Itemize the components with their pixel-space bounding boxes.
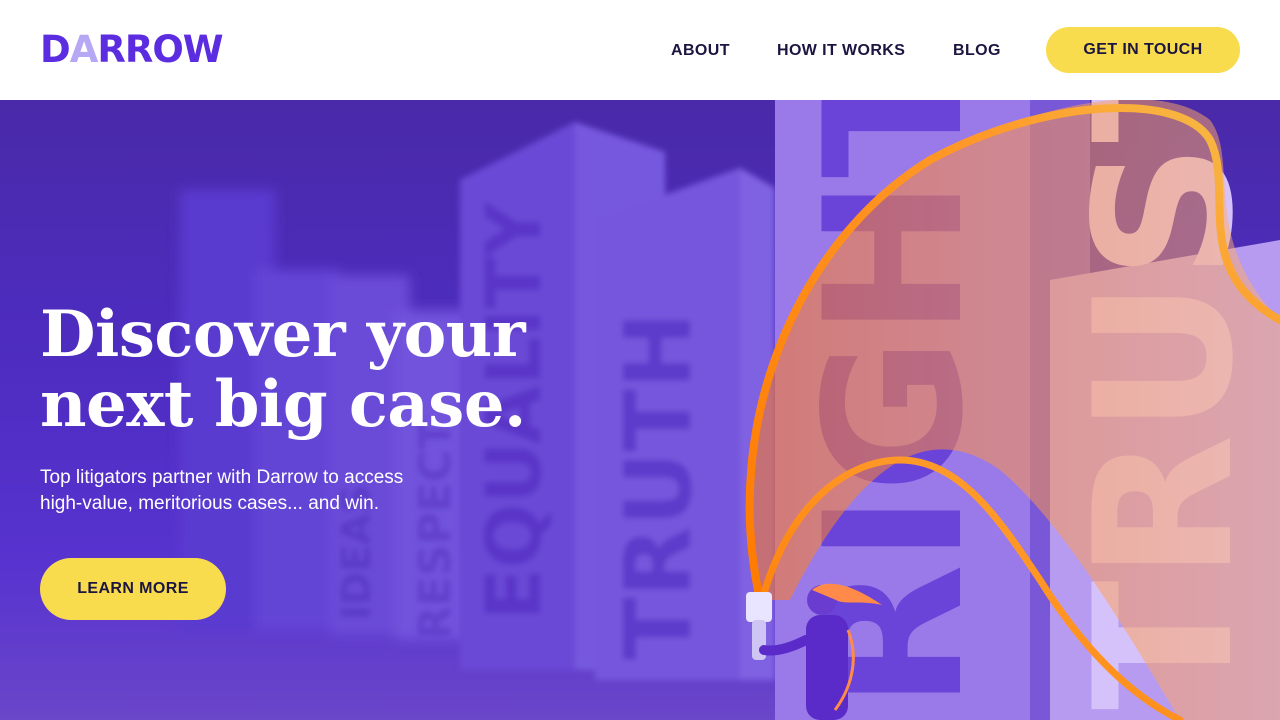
site-header: DARROW ABOUT HOW IT WORKS BLOG GET IN TO… [0,0,1280,100]
get-in-touch-button[interactable]: GET IN TOUCH [1046,27,1240,73]
darrow-logo[interactable]: DARROW [40,28,224,72]
hero-subtext-line1: Top litigators partner with Darrow to ac… [40,467,404,488]
logo-text-accent: A [69,28,99,71]
learn-more-button[interactable]: LEARN MORE [40,558,226,620]
nav-blog-link[interactable]: BLOG [953,42,1001,60]
hero-headline-line1: Discover your [40,297,526,372]
hero-headline-line2: next big case. [40,367,526,442]
hero-headline: Discover your next big case. [40,300,600,440]
logo-text-post: RROW [97,28,223,71]
hero-subtext: Top litigators partner with Darrow to ac… [40,465,470,517]
hero-subtext-line2: high-value, meritorious cases... and win… [40,493,379,514]
nav-about-link[interactable]: ABOUT [671,42,730,60]
svg-text:RESPECT: RESPECT [410,420,461,640]
hero-section: EQUALITY TRUTH RESPECT IDEAS RIGHTS TRUS… [0,100,1280,720]
logo-text-pre: D [40,28,71,71]
nav-how-it-works-link[interactable]: HOW IT WORKS [777,42,905,60]
svg-text:TRUTH: TRUTH [605,312,712,660]
